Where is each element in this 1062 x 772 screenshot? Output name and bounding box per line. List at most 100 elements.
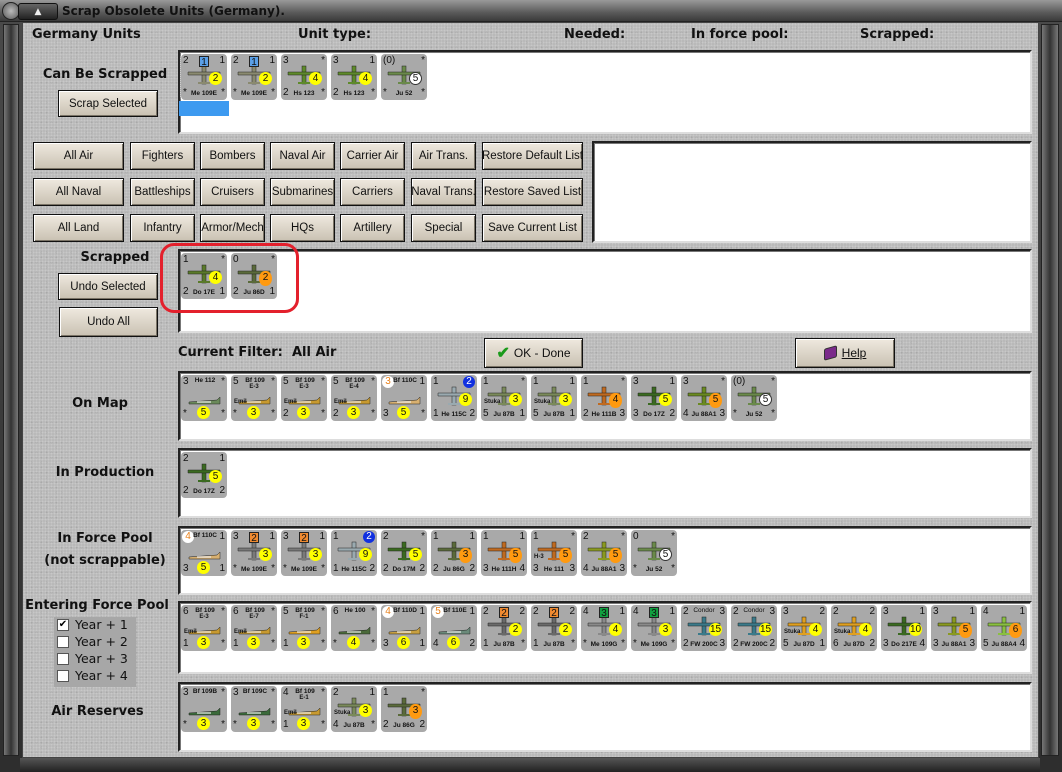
unit-counter[interactable]: 3 * * * He 112 5 — [181, 375, 227, 421]
entering-force-pool-list[interactable]: 6 * 1 * Bf 109 E-3 Emil 3 6 * 1 * Bf 109 E-7 Emil 3 5 * 1 *… — [178, 601, 1032, 674]
filter-button-armor-mech[interactable]: Armor/Mech — [200, 214, 265, 242]
air-reserves-list[interactable]: 3 * * * Bf 109B 3 3 * * * Bf 109C 3 4 * 1 * Bf 109 E-1 Emi… — [178, 682, 1032, 752]
unit-counter[interactable]: 5 * * * Bf 109 E-3 Emil 3 — [231, 375, 277, 421]
unit-top-right-value: 1 — [519, 531, 525, 542]
unit-counter[interactable]: 3 1 3 3 Ju 88A1 5 — [931, 605, 977, 651]
unit-strength-badge: 3 — [197, 717, 210, 730]
in-production-list[interactable]: 2 1 2 2 Do 17Z 5 — [178, 448, 1032, 518]
unit-top-right-value: 1 — [219, 453, 225, 464]
unit-counter[interactable]: 1 1 3 4 He 111H 5 — [481, 530, 527, 576]
unit-counter[interactable]: (0) * * * Ju 52 5 — [731, 375, 777, 421]
unit-counter[interactable]: 0 * * * Ju 52 5 — [631, 530, 677, 576]
unit-counter[interactable]: 2 3 2 2 Condor FW 200C 15 — [731, 605, 777, 651]
filter-button-restore-default-list[interactable]: Restore Default List — [482, 142, 583, 170]
filter-button-air-trans[interactable]: Air Trans. — [411, 142, 476, 170]
unit-counter[interactable]: 3 1 2 * Hs 123 4 — [331, 54, 377, 100]
unit-counter[interactable]: 2 * 4 3 Ju 88A1 5 — [581, 530, 627, 576]
unit-counter[interactable]: 2 2 6 2 Ju 87D Stuka 4 — [831, 605, 877, 651]
unit-counter[interactable]: 2 3 2 3 Condor FW 200C 15 — [681, 605, 727, 651]
unit-name: Ju 52 — [645, 566, 663, 573]
unit-counter[interactable]: 5 * 1 * Bf 109 F-1 3 — [281, 605, 327, 651]
unit-counter[interactable]: 2 1 1 * * Me 109E 2 — [180, 53, 228, 101]
unit-counter[interactable]: 6 * 1 * Bf 109 E-7 Emil 3 — [231, 605, 277, 651]
unit-counter[interactable]: 6 * * * He 100 4 — [331, 605, 377, 651]
unit-counter[interactable]: 3 1 3 4 Do 217E 10 — [881, 605, 927, 651]
filter-button-special[interactable]: Special — [411, 214, 476, 242]
filter-button-cruisers[interactable]: Cruisers — [200, 178, 265, 206]
unit-counter[interactable]: 4 1 3 1 Bf 110D 6 — [381, 605, 427, 651]
unit-counter[interactable]: 4 1 3 1 Bf 110C 5 — [181, 530, 227, 576]
filter-button-submarines[interactable]: Submarines — [270, 178, 335, 206]
scrapped-list[interactable]: 1 * 2 1 Do 17E 4 0 * 2 1 Ju 86D 2 — [178, 249, 1032, 333]
filter-button-all-naval[interactable]: All Naval — [33, 178, 124, 206]
filter-button-artillery[interactable]: Artillery — [340, 214, 405, 242]
unit-counter[interactable]: 1 1 5 1 Ju 87B Stuka 3 — [531, 375, 577, 421]
year-checkbox[interactable] — [57, 670, 69, 682]
in-force-pool-list[interactable]: 4 1 3 1 Bf 110C 5 3 1 2 * * Me 109E 3 3 1 2 * * Me 109E 3 1 2… — [178, 526, 1032, 595]
filter-button-bombers[interactable]: Bombers — [200, 142, 265, 170]
unit-counter[interactable]: 1 2 1 2 He 115C 9 — [431, 375, 477, 421]
filter-button-infantry[interactable]: Infantry — [130, 214, 195, 242]
year-checkbox-label[interactable]: Year + 3 — [75, 651, 128, 666]
unit-counter[interactable]: 3 2 5 1 Ju 87D Stuka 4 — [781, 605, 827, 651]
filter-button-restore-saved-list[interactable]: Restore Saved List — [482, 178, 583, 206]
unit-counter[interactable]: 1 2 1 2 He 115C 9 — [331, 530, 377, 576]
collapse-button[interactable]: ▲ — [18, 3, 58, 20]
unit-counter[interactable]: 1 * 2 2 Ju 86G 3 — [381, 686, 427, 732]
unit-counter[interactable]: 2 2 2 1 * Ju 87B 2 — [481, 605, 527, 651]
filter-button-fighters[interactable]: Fighters — [130, 142, 195, 170]
year-checkbox[interactable] — [57, 653, 69, 665]
can-be-scrapped-list[interactable]: 2 1 1 * * Me 109E 2 2 1 1 * * Me 109E 2 3 * 2 * Hs 123 4 3 1 2… — [178, 50, 1032, 134]
filter-button-hqs[interactable]: HQs — [270, 214, 335, 242]
unit-top-right-value: * — [371, 606, 375, 617]
ok-done-button[interactable]: ✔ OK - Done — [484, 338, 583, 368]
unit-counter[interactable]: 3 1 3 2 Do 17Z 5 — [631, 375, 677, 421]
help-button[interactable]: Help — [795, 338, 895, 368]
year-checkbox-label[interactable]: Year + 1 — [75, 617, 128, 632]
undo-selected-button[interactable]: Undo Selected — [58, 273, 158, 300]
year-checkbox[interactable]: ✔ — [57, 619, 69, 631]
unit-counter[interactable]: 1 * 3 3 He 111 H-3 5 — [531, 530, 577, 576]
filter-button-carriers[interactable]: Carriers — [340, 178, 405, 206]
unit-counter[interactable]: 3 * 4 3 Ju 88A1 5 — [681, 375, 727, 421]
unit-counter[interactable]: 5 * 2 * Bf 109 E-4 Emil 3 — [331, 375, 377, 421]
unit-strength-badge: 3 — [297, 406, 310, 419]
unit-counter[interactable]: 3 1 3 * Bf 110C 5 — [381, 375, 427, 421]
unit-counter[interactable]: 6 * 1 * Bf 109 E-3 Emil 3 — [181, 605, 227, 651]
unit-counter[interactable]: 3 * 2 * Hs 123 4 — [281, 54, 327, 100]
unit-counter[interactable]: 3 * * * Bf 109B 3 — [181, 686, 227, 732]
unit-strength-badge: 2 — [559, 623, 572, 636]
unit-counter[interactable]: 2 1 1 * * Me 109E 2 — [231, 54, 277, 100]
year-checkbox-label[interactable]: Year + 4 — [75, 668, 128, 683]
unit-counter[interactable]: 2 * 2 2 Do 17M 5 — [381, 530, 427, 576]
unit-counter[interactable]: 4 1 3 * * Me 109G 4 — [581, 605, 627, 651]
filter-button-naval-air[interactable]: Naval Air — [270, 142, 335, 170]
unit-counter[interactable]: 5 1 4 2 Bf 110E 6 — [431, 605, 477, 651]
filter-button-save-current-list[interactable]: Save Current List — [482, 214, 583, 242]
unit-counter[interactable]: 2 2 2 1 * Ju 87B 2 — [531, 605, 577, 651]
unit-counter[interactable]: 4 1 3 * * Me 109G 3 — [631, 605, 677, 651]
year-checkbox[interactable] — [57, 636, 69, 648]
unit-counter[interactable]: 3 1 2 * * Me 109E 3 — [231, 530, 277, 576]
scrap-selected-button[interactable]: Scrap Selected — [58, 90, 158, 117]
filter-button-naval-trans[interactable]: Naval Trans. — [411, 178, 476, 206]
year-checkbox-label[interactable]: Year + 2 — [75, 634, 128, 649]
filter-button-all-land[interactable]: All Land — [33, 214, 124, 242]
on-map-list[interactable]: 3 * * * He 112 5 5 * * * Bf 109 E-3 Emil 3 5 * 2 * Bf 109 E… — [178, 371, 1032, 441]
unit-counter[interactable]: 1 * 2 3 He 111B 4 — [581, 375, 627, 421]
unit-counter[interactable]: 3 1 2 * * Me 109E 3 — [281, 530, 327, 576]
filter-button-carrier-air[interactable]: Carrier Air — [340, 142, 405, 170]
unit-counter[interactable]: 4 * 1 * Bf 109 E-1 Emil 3 — [281, 686, 327, 732]
unit-counter[interactable]: 5 * 2 * Bf 109 E-3 Emil 3 — [281, 375, 327, 421]
filter-button-all-air[interactable]: All Air — [33, 142, 124, 170]
undo-all-button[interactable]: Undo All — [59, 307, 158, 337]
unit-bottom-left-value: * — [233, 408, 237, 419]
unit-counter[interactable]: 1 * 5 1 Ju 87B Stuka 3 — [481, 375, 527, 421]
unit-counter[interactable]: 2 1 4 * Ju 87B Stuka 3 — [331, 686, 377, 732]
unit-counter[interactable]: (0) * * * Ju 52 5 — [381, 54, 427, 100]
unit-counter[interactable]: 2 1 2 2 Do 17Z 5 — [181, 452, 227, 498]
unit-counter[interactable]: 3 * * * Bf 109C 3 — [231, 686, 277, 732]
filter-button-battleships[interactable]: Battleships — [130, 178, 195, 206]
unit-counter[interactable]: 1 1 2 2 Ju 86G 3 — [431, 530, 477, 576]
unit-counter[interactable]: 4 1 5 4 Ju 88A4 6 — [981, 605, 1027, 651]
